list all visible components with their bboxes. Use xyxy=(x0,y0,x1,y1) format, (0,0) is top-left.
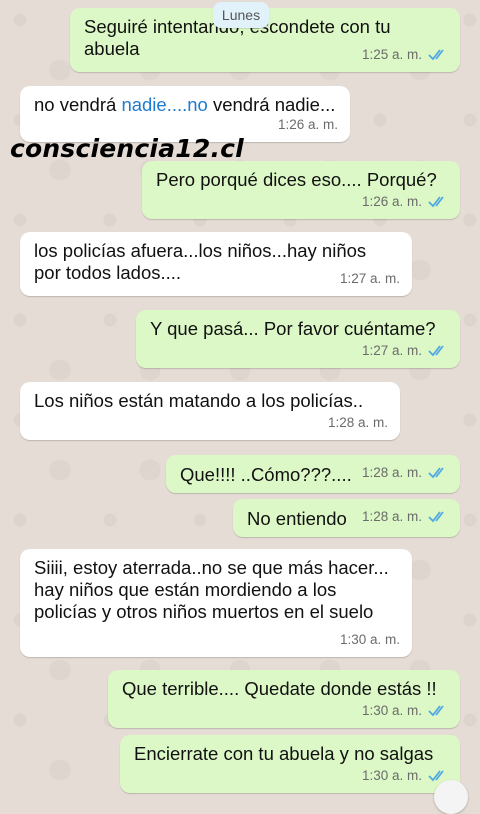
double-check-read-icon xyxy=(428,511,444,523)
message-time: 1:26 a. m. xyxy=(361,194,422,209)
message-time: 1:28 a. m. xyxy=(361,509,422,524)
double-check-read-icon xyxy=(428,196,444,208)
message-time: 1:25 a. m. xyxy=(361,47,422,62)
message-meta: 1:26 a. m. xyxy=(362,191,448,213)
watermark-text: consciencia12.cl xyxy=(10,134,244,163)
message-outgoing[interactable]: Que!!!! ..Cómo???.... 1:28 a. m. xyxy=(166,455,460,493)
message-time: 1:27 a. m. xyxy=(361,343,422,358)
message-meta: 1:28 a. m. xyxy=(362,462,448,484)
message-time: 1:27 a. m. xyxy=(339,271,400,286)
message-link[interactable]: nadie....no xyxy=(121,94,207,115)
double-check-read-icon xyxy=(428,705,444,717)
message-meta: 1:26 a. m. xyxy=(278,114,338,136)
message-incoming[interactable]: Los niños están matando a los policías..… xyxy=(20,382,400,440)
message-outgoing[interactable]: Encierrate con tu abuela y no salgas 1:3… xyxy=(120,735,460,793)
message-meta: 1:30 a. m. xyxy=(362,765,448,787)
message-time: 1:30 a. m. xyxy=(339,632,400,647)
message-meta: 1:25 a. m. xyxy=(362,44,448,66)
double-check-read-icon xyxy=(428,49,444,61)
message-outgoing[interactable]: Que terrible.... Quedate donde estás !! … xyxy=(108,670,460,728)
message-text: Pero porqué dices eso.... Porqué? xyxy=(156,169,437,190)
message-outgoing[interactable]: Pero porqué dices eso.... Porqué? 1:26 a… xyxy=(142,161,460,219)
message-text: Siiii, estoy aterrada..no se que más hac… xyxy=(34,557,389,622)
message-text: Los niños están matando a los policías.. xyxy=(34,390,364,411)
message-meta: 1:28 a. m. xyxy=(328,412,388,434)
message-text: no vendrá nadie....no vendrá nadie... xyxy=(34,94,336,115)
message-time: 1:28 a. m. xyxy=(327,415,388,430)
message-time: 1:28 a. m. xyxy=(361,465,422,480)
message-outgoing[interactable]: Y que pasá... Por favor cuéntame? 1:27 a… xyxy=(136,310,460,368)
message-time: 1:30 a. m. xyxy=(361,768,422,783)
message-meta: 1:28 a. m. xyxy=(362,506,448,528)
message-incoming[interactable]: Siiii, estoy aterrada..no se que más hac… xyxy=(20,549,412,657)
message-meta: 1:30 a. m. xyxy=(340,629,400,651)
message-text: Que terrible.... Quedate donde estás !! xyxy=(122,678,437,699)
message-text: Encierrate con tu abuela y no salgas xyxy=(134,743,434,764)
scroll-to-bottom-button[interactable] xyxy=(434,780,468,814)
message-text: Y que pasá... Por favor cuéntame? xyxy=(150,318,436,339)
message-time: 1:30 a. m. xyxy=(361,703,422,718)
message-outgoing[interactable]: No entiendo 1:28 a. m. xyxy=(233,499,460,537)
message-time: 1:26 a. m. xyxy=(277,117,338,132)
message-meta: 1:27 a. m. xyxy=(362,340,448,362)
double-check-read-icon xyxy=(428,467,444,479)
message-meta: 1:27 a. m. xyxy=(340,268,400,290)
date-separator: Lunes xyxy=(213,2,269,28)
message-meta: 1:30 a. m. xyxy=(362,700,448,722)
message-incoming[interactable]: los policías afuera...los niños...hay ni… xyxy=(20,232,412,296)
double-check-read-icon xyxy=(428,345,444,357)
